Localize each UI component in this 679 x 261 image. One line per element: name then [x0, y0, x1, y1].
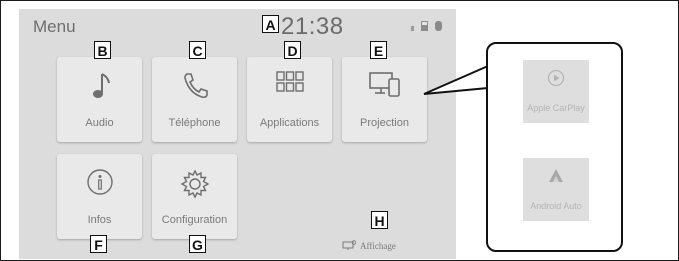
- bluetooth-icon: [435, 21, 442, 31]
- apple-carplay-tile[interactable]: Apple CarPlay: [523, 60, 589, 123]
- marker-h: H: [371, 211, 388, 229]
- marker-f: F: [90, 235, 107, 253]
- tile-label: Applications: [259, 117, 320, 129]
- android-auto-icon: [549, 169, 563, 182]
- phone-icon: [183, 73, 208, 99]
- music-note-icon: [92, 73, 110, 98]
- tile-label: Configuration: [161, 214, 228, 226]
- head-unit-screen: Menu 21:38 Audio Téléphone Applications: [19, 9, 456, 259]
- info-icon: [86, 169, 113, 195]
- affichage-label: Affichage: [360, 240, 396, 251]
- clock: 21:38: [281, 13, 344, 40]
- android-auto-tile[interactable]: Android Auto: [523, 158, 589, 221]
- configuration-tile[interactable]: Configuration: [152, 154, 237, 239]
- applications-tile[interactable]: Applications: [247, 57, 332, 142]
- marker-e: E: [370, 41, 387, 59]
- battery-icon: [421, 21, 428, 31]
- tile-label: Téléphone: [168, 117, 221, 129]
- menu-title: Menu: [33, 17, 76, 36]
- tile-label: Projection: [360, 117, 409, 129]
- carplay-icon: [547, 69, 565, 87]
- telephone-tile[interactable]: Téléphone: [152, 57, 237, 142]
- infos-tile[interactable]: Infos: [57, 154, 142, 239]
- tile-label: Audio: [85, 117, 114, 129]
- tile-label: Apple CarPlay: [527, 103, 585, 113]
- tile-label: Android Auto: [530, 201, 582, 211]
- gear-icon: [180, 169, 209, 199]
- signal-icon: [411, 26, 414, 31]
- audio-tile[interactable]: Audio: [57, 57, 142, 142]
- tile-label: Infos: [87, 214, 112, 226]
- display-icon: [342, 240, 356, 250]
- status-bar: [411, 21, 442, 31]
- marker-g: G: [189, 235, 206, 253]
- marker-a: A: [262, 15, 279, 33]
- marker-c: C: [189, 41, 206, 59]
- app-grid-icon: [275, 71, 304, 92]
- projection-callout: Apple CarPlay Android Auto: [486, 42, 623, 252]
- callout-pointer: [423, 65, 489, 95]
- marker-d: D: [284, 41, 301, 59]
- marker-b: B: [94, 41, 111, 59]
- affichage-button[interactable]: Affichage: [342, 240, 396, 251]
- projection-icon: [368, 72, 400, 97]
